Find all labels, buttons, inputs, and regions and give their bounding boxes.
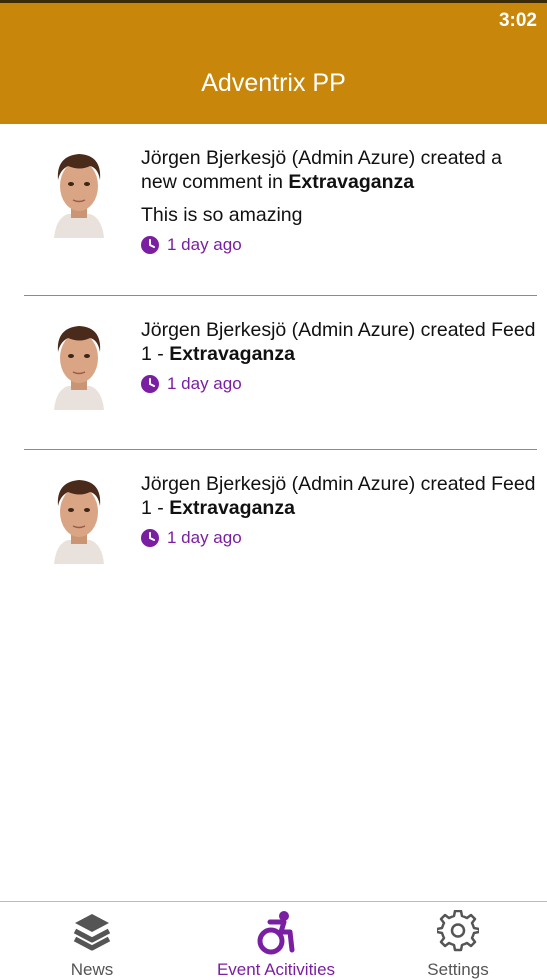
nav-event-activities[interactable]: Event Acitivities xyxy=(196,902,356,979)
avatar xyxy=(44,146,114,238)
clock-icon xyxy=(141,529,159,547)
time-ago: 1 day ago xyxy=(167,235,242,254)
timestamp: 1 day ago xyxy=(141,235,539,255)
nav-news[interactable]: News xyxy=(42,902,142,979)
feed-headline: Jörgen Bjerkesjö (Admin Azure) created a… xyxy=(141,146,539,194)
clock-icon xyxy=(141,236,159,254)
timestamp: 1 day ago xyxy=(141,528,539,548)
layers-icon xyxy=(73,914,111,951)
nav-settings[interactable]: Settings xyxy=(408,902,508,979)
feed-item-content: Jörgen Bjerkesjö (Admin Azure) created F… xyxy=(141,318,539,394)
feed-item[interactable]: Jörgen Bjerkesjö (Admin Azure) created F… xyxy=(0,296,547,450)
nav-event-activities-label: Event Acitivities xyxy=(216,960,336,979)
app-header: 3:02 Adventrix PP xyxy=(0,0,547,124)
author-name: Jörgen Bjerkesjö (Admin Azure) xyxy=(141,473,416,495)
status-time: 3:02 xyxy=(498,10,537,31)
nav-news-label: News xyxy=(70,960,114,979)
event-name[interactable]: Extravaganza xyxy=(169,497,295,519)
page-title: Adventrix PP xyxy=(201,69,346,97)
status-bar-strip xyxy=(0,0,547,3)
time-ago: 1 day ago xyxy=(167,374,242,393)
feed-item[interactable]: Jörgen Bjerkesjö (Admin Azure) created a… xyxy=(0,124,547,296)
feed-item-content: Jörgen Bjerkesjö (Admin Azure) created a… xyxy=(141,146,539,255)
event-name[interactable]: Extravaganza xyxy=(169,343,295,365)
feed-headline: Jörgen Bjerkesjö (Admin Azure) created F… xyxy=(141,318,539,366)
author-name: Jörgen Bjerkesjö (Admin Azure) xyxy=(141,319,416,341)
avatar xyxy=(44,318,114,410)
avatar xyxy=(44,472,114,564)
bottom-nav: News Event Acitivities Settings xyxy=(0,901,547,979)
accessibility-icon xyxy=(257,911,295,955)
event-name[interactable]: Extravaganza xyxy=(288,171,414,193)
comment-text: This is so amazing xyxy=(141,204,303,226)
gear-icon xyxy=(437,910,479,952)
activity-feed: Jörgen Bjerkesjö (Admin Azure) created a… xyxy=(0,124,547,600)
feed-item[interactable]: Jörgen Bjerkesjö (Admin Azure) created F… xyxy=(0,450,547,600)
author-name: Jörgen Bjerkesjö (Admin Azure) xyxy=(141,147,416,169)
time-ago: 1 day ago xyxy=(167,528,242,547)
clock-icon xyxy=(141,375,159,393)
nav-settings-label: Settings xyxy=(427,960,489,979)
timestamp: 1 day ago xyxy=(141,374,539,394)
feed-headline: Jörgen Bjerkesjö (Admin Azure) created F… xyxy=(141,472,539,520)
feed-item-content: Jörgen Bjerkesjö (Admin Azure) created F… xyxy=(141,472,539,548)
